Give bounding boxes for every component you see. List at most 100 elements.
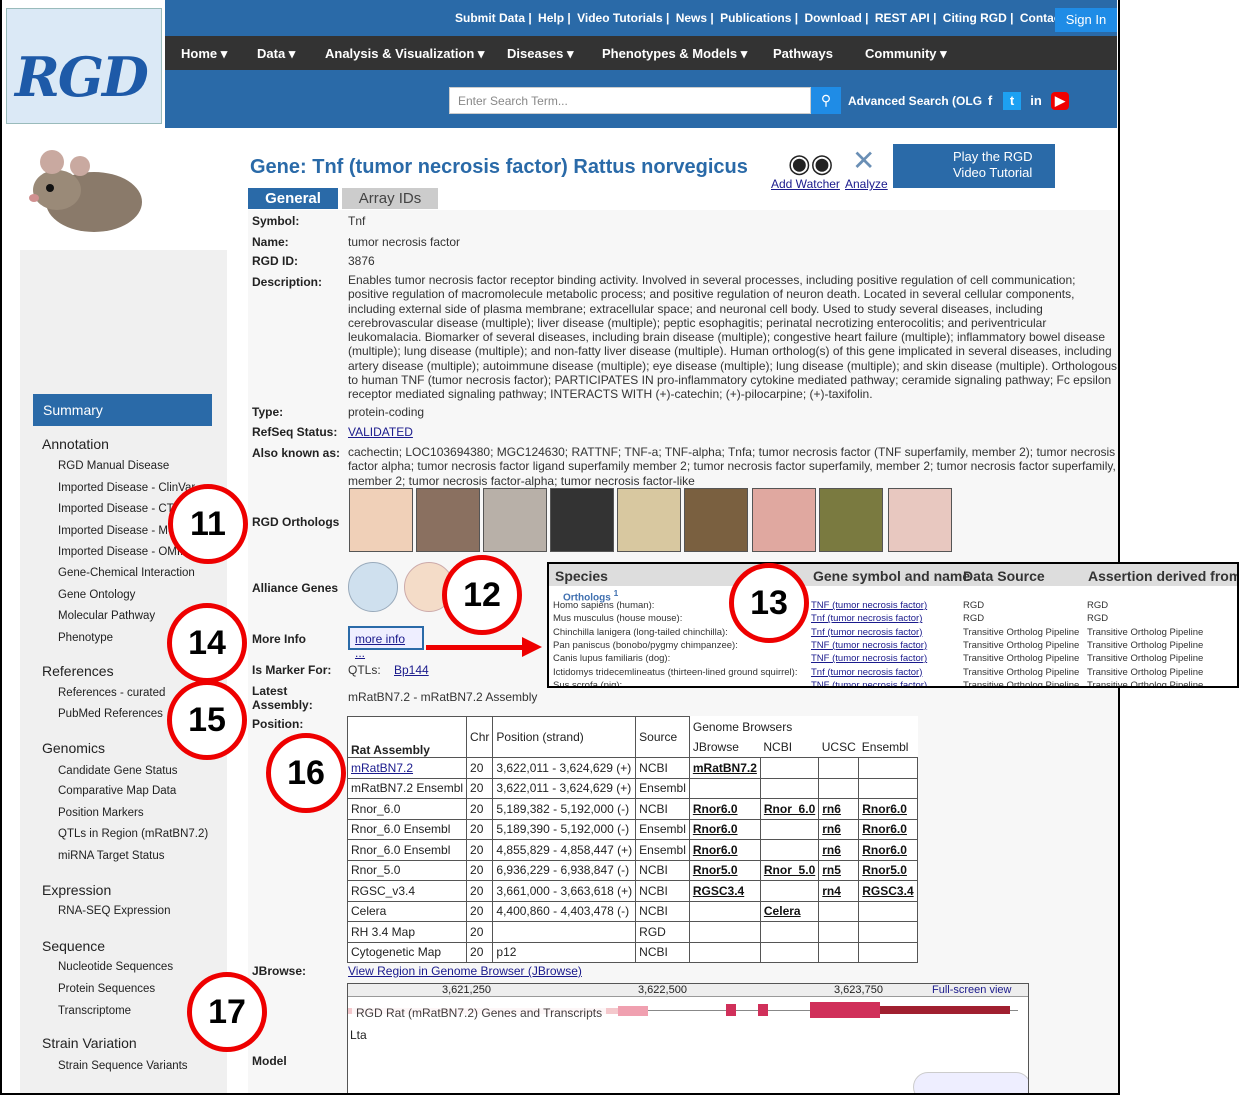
refseq-link[interactable]: VALIDATED bbox=[348, 425, 413, 439]
mouse-ortholog-image[interactable] bbox=[416, 488, 480, 552]
browser-link[interactable]: Rnor5.0 bbox=[688, 859, 761, 881]
browser-link[interactable]: Rnor6.0 bbox=[858, 798, 918, 820]
top-link[interactable]: REST API | bbox=[875, 11, 937, 25]
sidebar-item[interactable]: Molecular Pathway bbox=[58, 610, 155, 622]
rgd-logo[interactable]: RGD bbox=[6, 8, 162, 124]
analyze-link[interactable]: Analyze bbox=[845, 177, 888, 191]
sidebar-item[interactable]: References - curated bbox=[58, 687, 165, 699]
browser-link[interactable]: Rnor6.0 bbox=[688, 839, 761, 861]
sidebar-item[interactable]: QTLs in Region (mRatBN7.2) bbox=[58, 828, 208, 840]
sidebar-item[interactable]: Imported Disease - ClinVar bbox=[58, 482, 195, 494]
dog-ortholog-image[interactable] bbox=[617, 488, 681, 552]
alliance-mouse-icon[interactable] bbox=[348, 562, 398, 612]
sidebar-item[interactable]: PubMed References bbox=[58, 708, 163, 720]
sidebar-item[interactable]: Strain Sequence Variants bbox=[58, 1060, 188, 1072]
top-link[interactable]: Publications | bbox=[720, 11, 798, 25]
top-link[interactable]: News | bbox=[676, 11, 714, 25]
ortholog-gene-link[interactable]: TNF (tumor necrosis factor) bbox=[811, 640, 927, 651]
ortholog-gene-link[interactable]: TNF (tumor necrosis factor) bbox=[811, 653, 927, 664]
top-link[interactable]: Help | bbox=[538, 11, 571, 25]
browser-link[interactable]: RGSC3.4 bbox=[688, 880, 761, 902]
sidebar-heading[interactable]: Genomics bbox=[42, 740, 105, 756]
sidebar-item[interactable]: Nucleotide Sequences bbox=[58, 961, 173, 973]
jbrowse-link[interactable]: View Region in Genome Browser (JBrowse) bbox=[348, 964, 582, 978]
nav-home[interactable]: Home ▾ bbox=[181, 46, 227, 62]
squirrel-ortholog-image[interactable] bbox=[684, 488, 748, 552]
sidebar-item[interactable]: Transcriptome bbox=[58, 1005, 131, 1017]
sidebar-heading[interactable]: Expression bbox=[42, 882, 111, 898]
chat-widget[interactable] bbox=[913, 1072, 1028, 1093]
chinchilla-ortholog-image[interactable] bbox=[483, 488, 547, 552]
human-ortholog-image[interactable] bbox=[349, 488, 413, 552]
browser-link[interactable]: Celera bbox=[759, 900, 820, 922]
sidebar-item[interactable]: Gene-Chemical Interaction bbox=[58, 567, 195, 579]
nav-data[interactable]: Data ▾ bbox=[257, 46, 295, 62]
linkedin-icon[interactable]: in bbox=[1027, 92, 1045, 110]
tab-general[interactable]: General bbox=[248, 188, 338, 209]
video-tutorial-button[interactable]: Play the RGD Video Tutorial bbox=[893, 144, 1055, 188]
sidebar-item[interactable]: Protein Sequences bbox=[58, 983, 155, 995]
sidebar-item[interactable]: Position Markers bbox=[58, 807, 144, 819]
browser-link[interactable]: Rnor5.0 bbox=[858, 859, 918, 881]
twitter-icon[interactable]: t bbox=[1003, 92, 1021, 110]
sidebar-item[interactable]: RNA-SEQ Expression bbox=[58, 905, 170, 917]
ortholog-gene-link[interactable]: TNF (tumor necrosis factor) bbox=[811, 600, 927, 611]
browser-link[interactable]: rn4 bbox=[818, 880, 860, 902]
browser-link[interactable]: rn6 bbox=[818, 839, 860, 861]
top-link[interactable]: Video Tutorials | bbox=[577, 11, 669, 25]
add-watcher-link[interactable]: Add Watcher bbox=[771, 177, 840, 191]
sidebar-heading[interactable]: Strain Variation bbox=[42, 1035, 137, 1051]
browser-link[interactable]: rn5 bbox=[818, 859, 860, 881]
sidebar-item[interactable]: miRNA Target Status bbox=[58, 850, 165, 862]
nav-diseases[interactable]: Diseases ▾ bbox=[507, 46, 574, 62]
browser-link[interactable]: RGSC3.4 bbox=[858, 880, 918, 902]
ortholog-gene-link[interactable]: Tnf (tumor necrosis factor) bbox=[811, 667, 922, 678]
advanced-search-link[interactable]: Advanced Search (OLG bbox=[848, 94, 982, 108]
monkey-ortholog-image[interactable] bbox=[819, 488, 883, 552]
more-info-button[interactable]: more info ... bbox=[348, 626, 424, 660]
tools-icon[interactable]: ✕ bbox=[852, 144, 875, 177]
browser-link[interactable]: rn6 bbox=[818, 798, 860, 820]
search-input[interactable]: Enter Search Term... bbox=[449, 87, 811, 114]
browser-link[interactable]: Rnor6.0 bbox=[688, 818, 761, 840]
sidebar-item[interactable]: Imported Disease - OMIM bbox=[58, 546, 190, 558]
browser-link[interactable]: Rnor6.0 bbox=[858, 818, 918, 840]
nav-community[interactable]: Community ▾ bbox=[865, 46, 947, 62]
tab-array-ids[interactable]: Array IDs bbox=[342, 188, 438, 209]
browser-link[interactable]: rn6 bbox=[818, 818, 860, 840]
sidebar-item[interactable]: Gene Ontology bbox=[58, 589, 135, 601]
facebook-icon[interactable]: f bbox=[981, 92, 999, 110]
nav-analysis[interactable]: Analysis & Visualization ▾ bbox=[325, 46, 484, 62]
ortholog-gene-link[interactable]: Tnf (tumor necrosis factor) bbox=[811, 627, 922, 638]
top-link[interactable]: Submit Data | bbox=[455, 11, 532, 25]
binoculars-icon[interactable]: ◉◉ bbox=[788, 148, 833, 179]
sidebar-heading[interactable]: Annotation bbox=[42, 436, 109, 452]
ortholog-gene-link[interactable]: TNF (tumor necrosis factor) bbox=[811, 680, 927, 686]
nav-phenotypes[interactable]: Phenotypes & Models ▾ bbox=[602, 46, 747, 62]
sidebar-item[interactable]: Phenotype bbox=[58, 632, 113, 644]
browser-link[interactable]: Rnor6.0 bbox=[688, 798, 761, 820]
search-button[interactable]: ⚲ bbox=[811, 87, 841, 114]
sidebar-item[interactable]: RGD Manual Disease bbox=[58, 460, 169, 472]
top-link[interactable]: Citing RGD | bbox=[943, 11, 1014, 25]
bonobo-ortholog-image[interactable] bbox=[550, 488, 614, 552]
fullscreen-link[interactable]: Full-screen view bbox=[932, 984, 1011, 996]
sidebar-item[interactable]: Comparative Map Data bbox=[58, 785, 176, 797]
youtube-icon[interactable]: ▶ bbox=[1051, 92, 1069, 110]
sidebar-summary[interactable]: Summary bbox=[33, 394, 212, 426]
mole-rat-ortholog-image[interactable] bbox=[888, 488, 952, 552]
sidebar-item[interactable]: Imported Disease - CTD bbox=[58, 503, 182, 515]
browser-link[interactable]: mRatBN7.2 bbox=[688, 757, 761, 779]
track-label[interactable]: RGD Rat (mRatBN7.2) Genes and Transcript… bbox=[352, 1006, 607, 1020]
top-link[interactable]: Download | bbox=[804, 11, 868, 25]
browser-link[interactable]: Rnor_5.0 bbox=[759, 859, 820, 881]
ortholog-gene-link[interactable]: Tnf (tumor necrosis factor) bbox=[811, 613, 922, 624]
sidebar-heading[interactable]: Sequence bbox=[42, 938, 105, 954]
browser-link[interactable]: Rnor6.0 bbox=[858, 839, 918, 861]
browser-link[interactable]: mRatBN7.2 bbox=[346, 757, 468, 779]
marker-qtl-link[interactable]: Bp144 bbox=[394, 663, 429, 677]
browser-link[interactable]: Rnor_6.0 bbox=[759, 798, 820, 820]
sign-in-button[interactable]: Sign In bbox=[1055, 8, 1117, 32]
nav-pathways[interactable]: Pathways bbox=[773, 46, 833, 61]
pig-ortholog-image[interactable] bbox=[752, 488, 816, 552]
